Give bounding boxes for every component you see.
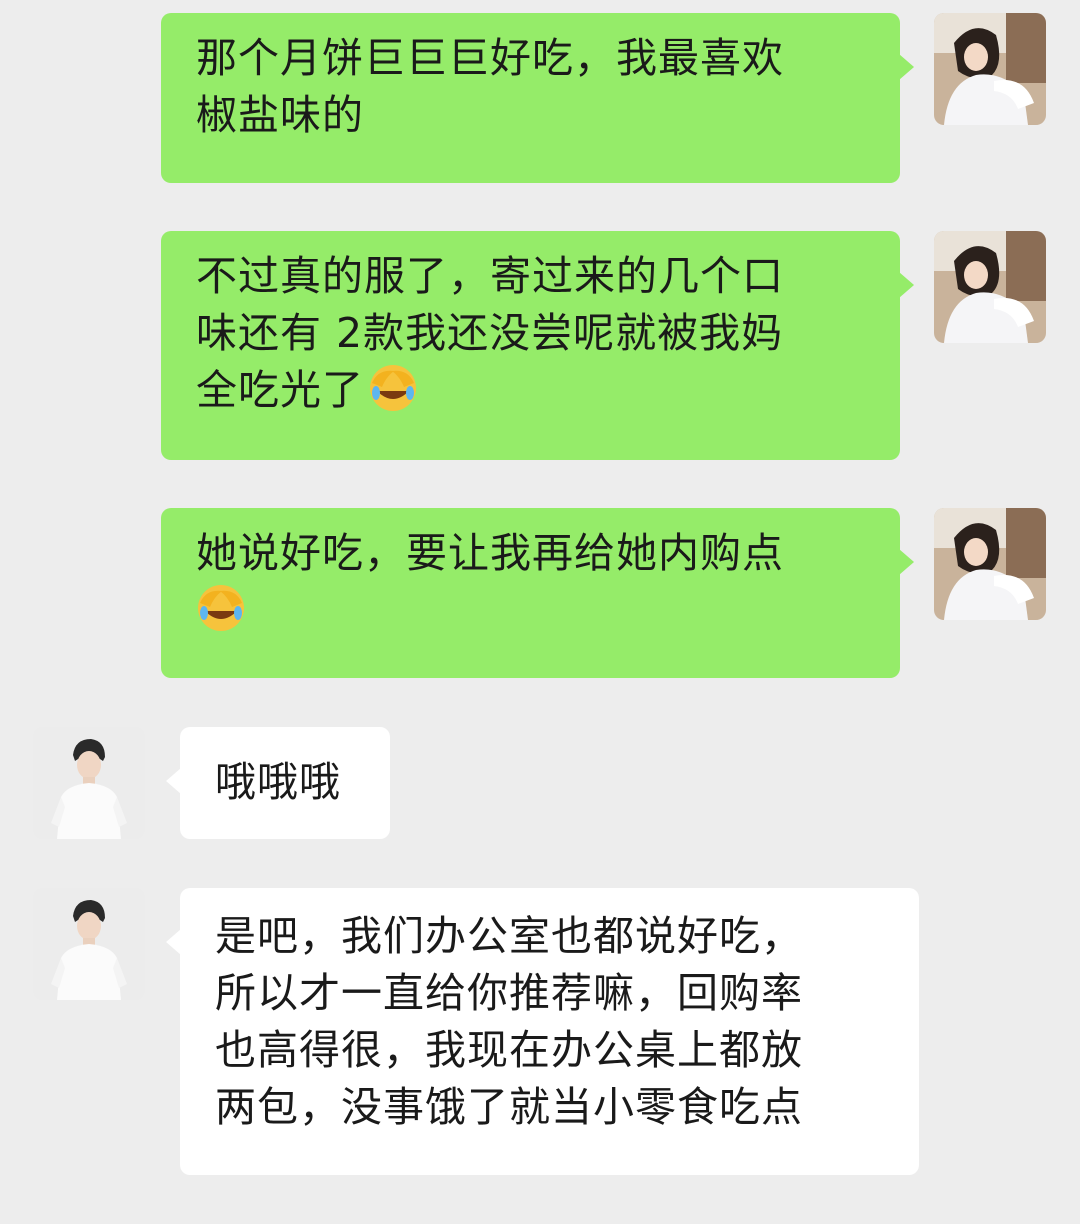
self-avatar[interactable] (934, 231, 1046, 343)
message-text-line: 她说好吃，要让我再给她内购点 (196, 529, 784, 577)
message-bubble[interactable]: 她说好吃，要让我再给她内购点 (161, 508, 900, 678)
bubble-tail (166, 768, 181, 794)
message-text-line: 全吃光了 (196, 362, 870, 419)
bubble-tail (166, 929, 181, 955)
facepalm-laugh-emoji (368, 363, 418, 413)
message-text-line: 也高得很，我现在办公桌上都放 (215, 1026, 803, 1074)
message-bubble[interactable]: 是吧，我们办公室也都说好吃， 所以才一直给你推荐嘛，回购率 也高得很，我现在办公… (180, 888, 919, 1175)
message-text: 全吃光了 (196, 366, 364, 414)
message-text-line: 那个月饼巨巨巨好吃，我最喜欢 (196, 34, 784, 82)
message-text-line: 所以才一直给你推荐嘛，回购率 (215, 969, 803, 1017)
chat-conversation: 那个月饼巨巨巨好吃，我最喜欢 椒盐味的 不过真的服了，寄过来的几个口 味还有 2… (0, 0, 1080, 1224)
contact-avatar[interactable] (33, 888, 145, 1000)
message-text-line: 不过真的服了，寄过来的几个口 (196, 252, 784, 300)
contact-avatar[interactable] (33, 727, 145, 839)
bubble-tail (899, 549, 914, 575)
self-avatar[interactable] (934, 508, 1046, 620)
facepalm-laugh-emoji (196, 583, 246, 633)
message-bubble[interactable]: 那个月饼巨巨巨好吃，我最喜欢 椒盐味的 (161, 13, 900, 183)
message-text-line: 是吧，我们办公室也都说好吃， (215, 912, 803, 960)
bubble-tail (899, 54, 914, 80)
message-text-line: 哦哦哦 (215, 758, 341, 806)
message-bubble[interactable]: 不过真的服了，寄过来的几个口 味还有 2款我还没尝呢就被我妈 全吃光了 (161, 231, 900, 460)
bubble-tail (899, 272, 914, 298)
self-avatar[interactable] (934, 13, 1046, 125)
message-text-line: 两包，没事饿了就当小零食吃点 (215, 1083, 803, 1131)
message-text-line: 椒盐味的 (196, 91, 364, 139)
message-text-line (196, 582, 870, 639)
message-text-line: 味还有 2款我还没尝呢就被我妈 (196, 309, 784, 357)
message-bubble[interactable]: 哦哦哦 (180, 727, 390, 839)
